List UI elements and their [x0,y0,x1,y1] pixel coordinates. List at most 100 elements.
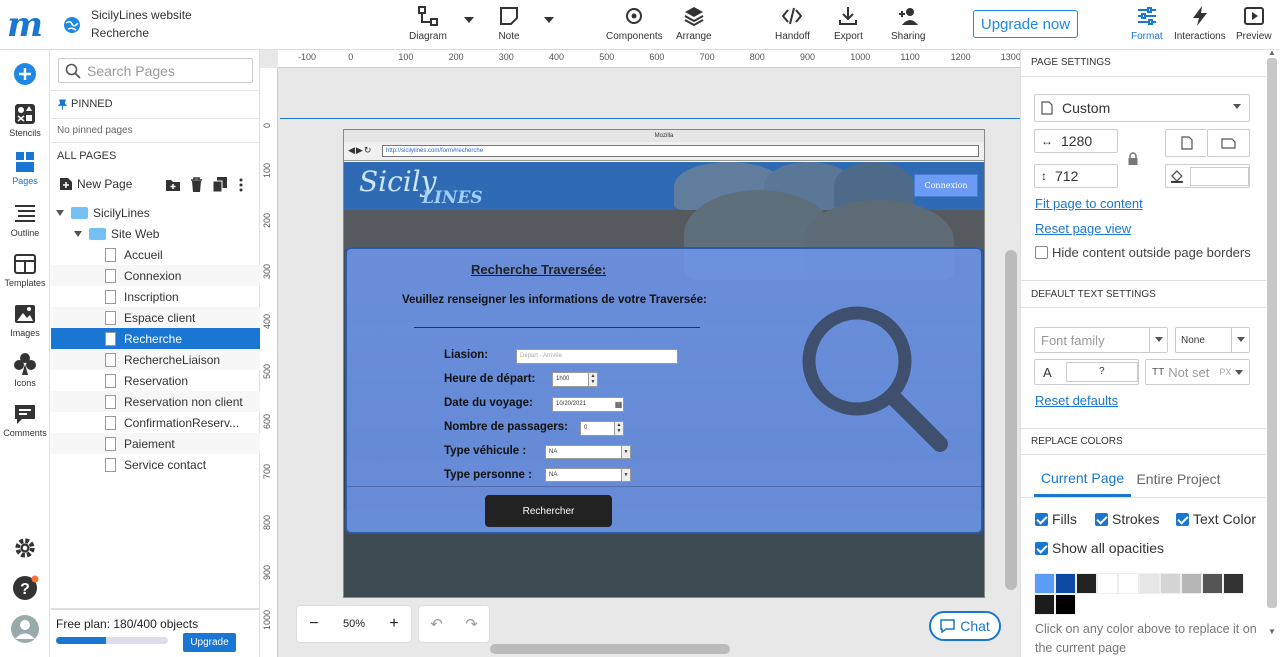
upgrade-now-button[interactable]: Upgrade now [973,10,1078,38]
components-button[interactable]: Components [606,5,663,47]
more-options-icon[interactable] [238,178,244,192]
panel-scrollbar[interactable] [1267,58,1277,608]
checkbox-unchecked[interactable] [1035,246,1048,259]
page-item[interactable]: Reservation non client [51,391,260,412]
liaison-input[interactable]: Départ - Arrivée [516,349,678,364]
tab-current-page[interactable]: Current Page [1034,461,1131,497]
images-tab[interactable]: Images [0,302,50,338]
landscape-button[interactable] [1207,129,1250,157]
page-item[interactable]: ConfirmationReserv... [51,412,260,433]
tab-entire-project[interactable]: Entire Project [1131,461,1226,497]
font-family-select[interactable]: Font family [1034,327,1168,353]
pages-tab[interactable]: Pages [0,150,50,186]
new-folder-icon[interactable] [165,178,181,192]
icons-tab[interactable]: Icons [0,352,50,388]
export-button[interactable]: Export [834,5,863,47]
color-swatch[interactable] [1160,573,1181,594]
handoff-button[interactable]: Handoff [775,5,810,47]
stepper-arrows-icon[interactable]: ▲ ▼ [588,373,597,386]
calendar-icon[interactable]: ▦ [614,398,623,411]
page-item[interactable]: Recherche [51,328,260,349]
chevron-down-icon[interactable]: ▼ [621,469,630,481]
new-page-button[interactable]: New Page [59,177,132,191]
delete-icon[interactable] [190,177,203,193]
font-size-input[interactable]: A ? [1034,359,1139,385]
personne-select[interactable]: NA ▼ [545,468,631,482]
undo-icon[interactable]: ↶ [430,615,443,633]
page-item[interactable]: Inscription [51,286,260,307]
date-input[interactable]: 10/20/2021 ▦ [552,397,624,412]
outline-tab[interactable]: Outline [0,202,50,238]
plan-upgrade-button[interactable]: Upgrade [183,633,236,652]
page-item[interactable]: Espace client [51,307,260,328]
diagram-dropdown-icon[interactable] [464,17,474,23]
horizontal-scrollbar[interactable] [490,644,730,654]
color-swatch[interactable] [1223,573,1244,594]
zoom-in-button[interactable]: + [389,615,398,633]
color-swatch[interactable] [1097,573,1118,594]
strokes-checkbox[interactable]: Strokes [1095,511,1159,527]
gear-icon[interactable] [14,537,36,559]
redo-icon[interactable]: ↷ [465,615,478,633]
checkbox-checked[interactable] [1095,512,1108,526]
color-swatch[interactable] [1118,573,1139,594]
format-button[interactable]: Format [1131,5,1163,47]
duplicate-icon[interactable] [213,177,227,192]
color-swatch[interactable] [1034,594,1055,615]
vertical-scrollbar[interactable] [1005,250,1017,590]
line-height-input[interactable]: TT Not set PX [1145,359,1250,385]
scroll-up-icon[interactable]: ▲ [1268,48,1276,57]
color-swatch[interactable] [1202,573,1223,594]
note-dropdown-icon[interactable] [544,17,554,23]
preview-button[interactable]: Preview [1236,5,1272,47]
color-swatch[interactable] [1034,573,1055,594]
site-connexion-button[interactable]: Connexion [914,174,978,197]
color-swatch[interactable] [1181,573,1202,594]
tree-folder-root[interactable]: SicilyLines [51,202,260,223]
page-item[interactable]: Accueil [51,244,260,265]
expand-icon[interactable] [74,230,82,237]
checkbox-checked[interactable] [1176,512,1189,526]
globe-icon[interactable] [62,15,82,35]
portrait-button[interactable] [1165,129,1207,157]
help-icon[interactable]: ? [11,574,39,602]
hide-outside-checkbox[interactable]: Hide content outside page borders [1035,245,1251,260]
sharing-button[interactable]: Sharing [891,5,925,47]
page-height-input[interactable]: ↕ 712 [1034,164,1118,188]
app-logo[interactable]: m [0,0,50,50]
zoom-level[interactable]: 50% [343,618,365,630]
page-item[interactable]: Service contact [51,454,260,475]
checkbox-checked[interactable] [1035,541,1048,555]
zoom-out-button[interactable]: − [309,615,318,633]
rechercher-button[interactable]: Rechercher [485,495,612,527]
color-swatch[interactable] [1139,573,1160,594]
color-swatch[interactable] [1076,573,1097,594]
page-item[interactable]: Paiement [51,433,260,454]
vehicule-select[interactable]: NA ▼ [545,445,631,459]
scroll-down-icon[interactable]: ▼ [1268,627,1276,636]
stencils-tab[interactable]: Stencils [0,102,50,138]
chevron-down-icon[interactable]: ▼ [621,446,630,458]
comments-tab[interactable]: Comments [0,402,50,438]
color-swatch[interactable] [1055,573,1076,594]
page-width-input[interactable]: ↔ 1280 [1034,129,1118,153]
page-item[interactable]: RechercheLiaison [51,349,260,370]
wireframe-page[interactable]: Mozilla ◀▶↻ http://sicilylines.com/form#… [343,129,985,598]
reset-defaults-link[interactable]: Reset defaults [1035,393,1118,408]
project-title[interactable]: SicilyLines website [91,8,192,22]
search-pages-input[interactable]: Search Pages [58,58,253,83]
fills-checkbox[interactable]: Fills [1035,511,1077,527]
text-color-checkbox[interactable]: Text Color [1176,511,1256,527]
expand-icon[interactable] [56,209,64,216]
stepper-arrows-icon[interactable]: ▲ ▼ [614,422,623,435]
heure-stepper[interactable]: 1h00 ▲ ▼ [552,372,598,387]
font-style-select[interactable]: None [1175,327,1250,353]
show-opacities-checkbox[interactable]: Show all opacities [1035,540,1164,556]
page-item[interactable]: Reservation [51,370,260,391]
canvas-area[interactable]: -100 0 100 200 300 400 500 600 700 800 900 1000 1100… [260,50,1020,657]
chat-button[interactable]: Chat [929,611,1001,641]
add-icon[interactable] [13,62,37,86]
arrange-button[interactable]: Arrange [676,5,712,47]
reset-page-view-link[interactable]: Reset page view [1035,221,1131,236]
templates-tab[interactable]: Templates [0,252,50,288]
